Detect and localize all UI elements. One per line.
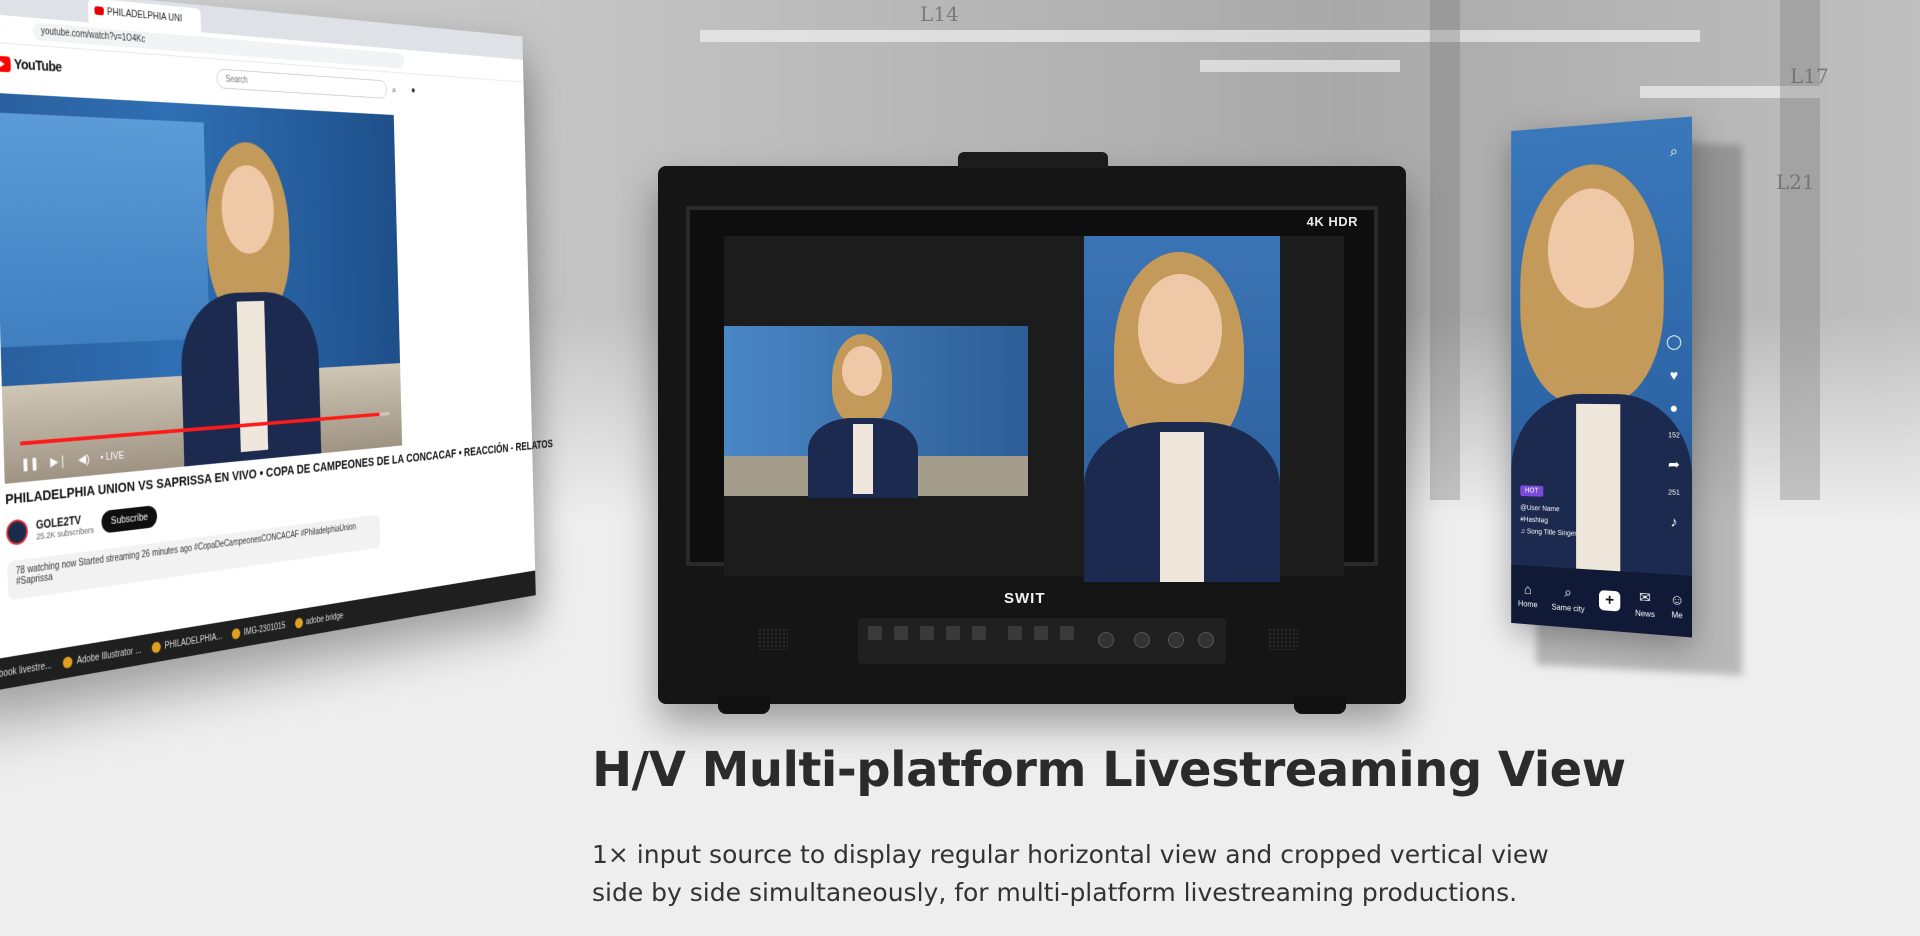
nav-me[interactable]: ☺ Me <box>1670 591 1684 621</box>
power-button[interactable] <box>1168 632 1184 648</box>
hdr-label: 4K HDR <box>1306 214 1358 229</box>
nav-label: News <box>1635 608 1655 619</box>
plus-icon: + <box>1599 590 1621 612</box>
function-button[interactable] <box>972 626 986 640</box>
presenter-image <box>808 334 918 498</box>
browser-window: PHILADELPHIA UNI ⟳ youtube.com/watch?v=1… <box>0 0 553 699</box>
taskbar-label: PHILADELPHIA... <box>164 631 223 651</box>
ceiling-light <box>1200 60 1400 72</box>
comment-icon[interactable]: ● <box>1670 399 1679 415</box>
share-count: 251 <box>1668 489 1680 498</box>
nav-same-city[interactable]: ⌕ Same city <box>1552 582 1585 613</box>
home-icon: ⌂ <box>1523 580 1532 598</box>
share-icon[interactable]: ➦ <box>1668 456 1680 474</box>
nav-create[interactable]: + <box>1599 590 1621 612</box>
nav-home[interactable]: ⌂ Home <box>1518 580 1538 610</box>
monitor-foot <box>1294 696 1346 714</box>
page-title: H/V Multi-platform Livestreaming View <box>592 742 1626 798</box>
presenter-image <box>1084 252 1280 582</box>
app-icon <box>151 641 162 654</box>
comment-count: 152 <box>1668 432 1680 440</box>
youtube-logo-text: YouTube <box>13 56 62 76</box>
description-line: 1× input source to display regular horiz… <box>592 840 1549 869</box>
taskbar-label: adobe bridge <box>305 610 344 627</box>
hot-tag: HOT <box>1520 485 1544 497</box>
nav-label: Home <box>1518 599 1538 610</box>
studio-sign: L17 <box>1790 64 1829 88</box>
taskbar-item[interactable]: facebook livestre... <box>0 659 52 685</box>
taskbar-label: IMG-2301015 <box>243 620 286 638</box>
nav-button[interactable] <box>1008 626 1022 640</box>
brand-logo: SWIT <box>1004 590 1046 607</box>
video-player[interactable]: ❚❚ ▶❘ ◀) • LIVE <box>0 92 403 484</box>
nav-button[interactable] <box>1060 626 1074 640</box>
mic-icon[interactable]: ● <box>411 84 416 96</box>
vertical-phone-screen: ⌕ ◯ ♥ ● 152 ➦ 251 ♪ HOT @User Name #Hash… <box>1511 116 1693 638</box>
input-knob[interactable] <box>1134 632 1150 648</box>
volume-knob[interactable] <box>1198 632 1214 648</box>
nav-label: Me <box>1671 610 1683 621</box>
taskbar-item[interactable]: IMG-2301015 <box>231 620 286 640</box>
video-meta: @User Name #Hashtag ♫ Song Title Singer <box>1520 503 1576 541</box>
channel-avatar[interactable] <box>5 518 29 547</box>
monitor-screen <box>724 236 1344 582</box>
menu-knob[interactable] <box>1098 632 1114 648</box>
live-badge: • LIVE <box>100 449 125 464</box>
search-icon[interactable]: ⌕ <box>1670 142 1678 160</box>
vertical-view <box>1084 236 1280 582</box>
studio-sign: L14 <box>920 2 959 26</box>
speaker-grille <box>1268 628 1298 650</box>
hero-scene: L14 L17 L21 PHILADELPHIA UNI ⟳ youtube.c… <box>0 0 1920 936</box>
monitor-foot <box>718 696 770 714</box>
function-button[interactable] <box>946 626 960 640</box>
speaker-grille <box>758 628 788 650</box>
youtube-play-icon <box>0 54 11 72</box>
app-icon <box>294 617 303 629</box>
youtube-logo[interactable]: YouTube <box>0 54 62 76</box>
channel-row: GOLE2TV 25.2K subscribers Subscribe <box>5 504 158 547</box>
next-icon[interactable]: ▶❘ <box>50 453 67 470</box>
app-icon <box>62 655 73 669</box>
taskbar-item[interactable]: Adobe Illustrator ... <box>62 644 142 669</box>
monitor-control-panel <box>858 618 1226 664</box>
function-button[interactable] <box>894 626 908 640</box>
swit-monitor: 4K HDR SWIT <box>658 152 1406 714</box>
tab-title: PHILADELPHIA UNI <box>106 6 183 25</box>
studio-sign: L21 <box>1776 170 1815 194</box>
phone-side-actions: ◯ ♥ ● 152 ➦ 251 ♪ <box>1666 333 1682 530</box>
user-icon: ☺ <box>1669 590 1685 609</box>
nav-label: Same city <box>1551 602 1585 614</box>
horizontal-view <box>724 326 1028 498</box>
function-button[interactable] <box>868 626 882 640</box>
taskbar-label: facebook livestre... <box>0 659 53 683</box>
studio-column <box>1430 0 1460 500</box>
taskbar-item[interactable]: adobe bridge <box>294 610 344 629</box>
search-icon: ⌕ <box>1564 583 1572 600</box>
chat-icon: ✉ <box>1639 588 1651 606</box>
taskbar-label: Adobe Illustrator ... <box>76 644 142 667</box>
nav-news[interactable]: ✉ News <box>1635 588 1655 619</box>
app-icon <box>231 627 241 640</box>
taskbar-item[interactable]: PHILADELPHIA... <box>151 631 223 654</box>
pause-icon[interactable]: ❚❚ <box>21 456 39 473</box>
ceiling-beam <box>700 30 1700 42</box>
avatar[interactable]: ◯ <box>1666 333 1682 351</box>
subscribe-button[interactable]: Subscribe <box>101 504 158 534</box>
volume-icon[interactable]: ◀) <box>78 451 90 467</box>
music-icon[interactable]: ♪ <box>1670 513 1677 530</box>
function-button[interactable] <box>920 626 934 640</box>
nav-button[interactable] <box>1034 626 1048 640</box>
youtube-favicon-icon <box>94 6 104 16</box>
monitor-handle <box>958 152 1108 168</box>
description-line: side by side simultaneously, for multi-p… <box>592 878 1518 907</box>
search-icon[interactable]: ⌕ <box>392 83 397 97</box>
heart-icon[interactable]: ♥ <box>1670 367 1678 383</box>
feature-description: 1× input source to display regular horiz… <box>592 836 1572 912</box>
search-input[interactable]: Search <box>216 68 388 99</box>
